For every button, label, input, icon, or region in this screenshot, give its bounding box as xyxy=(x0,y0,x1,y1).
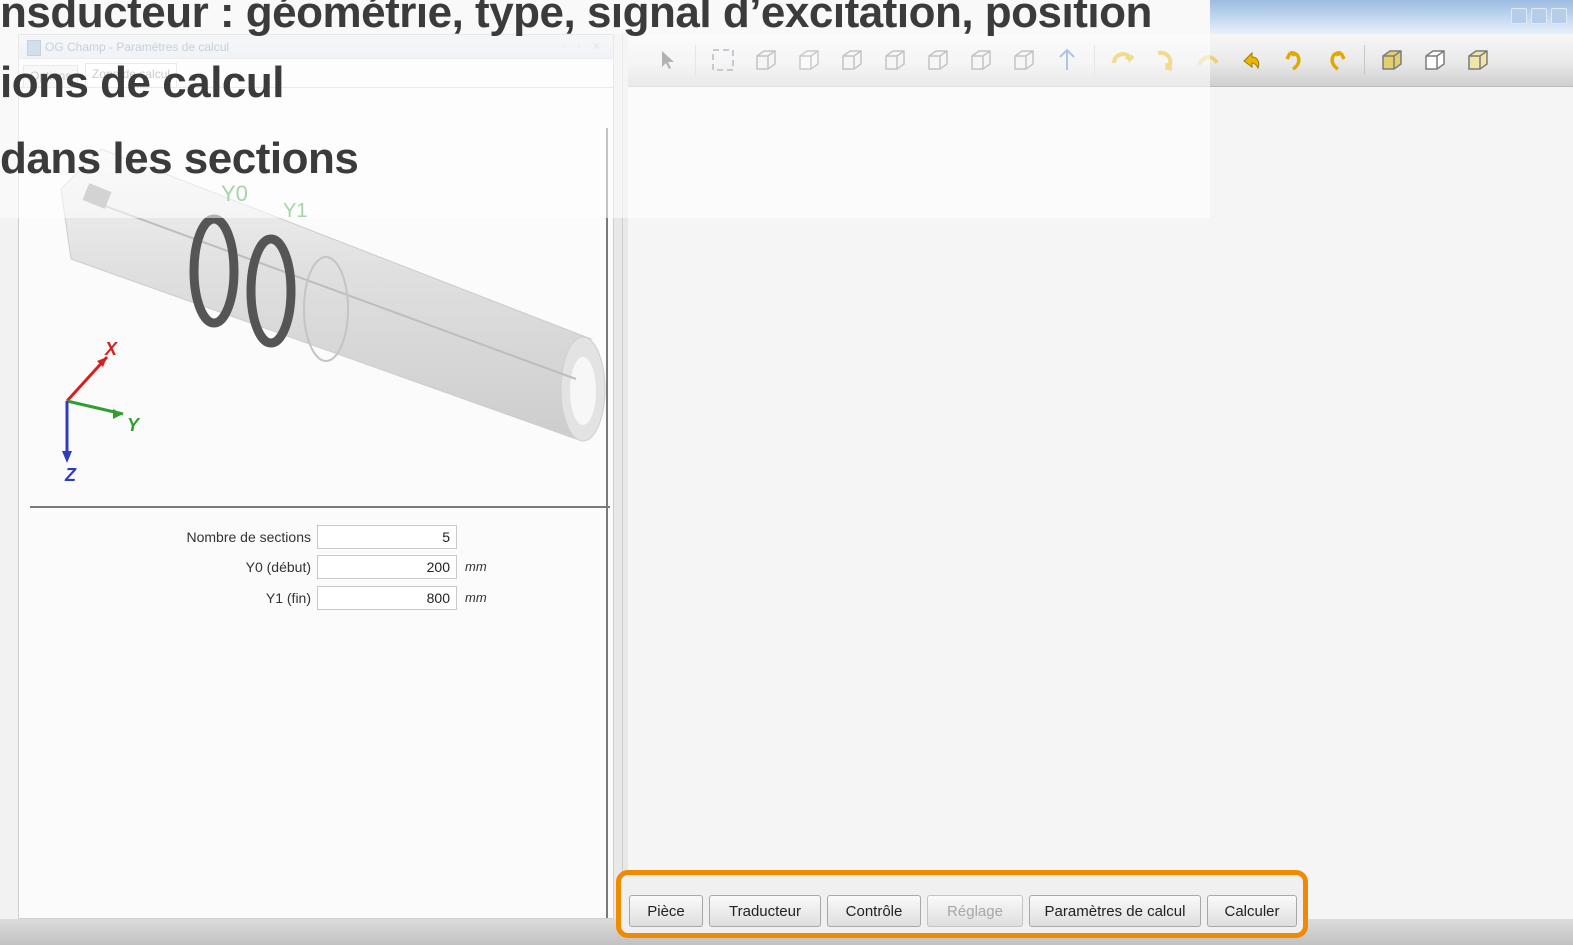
parameters-dock: OG Champ - Paramètres de calcul ▫ ◦ ✕ Op… xyxy=(18,34,614,919)
view-front-icon[interactable] xyxy=(750,44,782,76)
parametres-de-calcul-button[interactable]: Paramètres de calcul xyxy=(1029,895,1201,927)
redo-icon[interactable] xyxy=(1321,44,1353,76)
hidden-line-view-icon[interactable] xyxy=(1462,44,1494,76)
y1-unit: mm xyxy=(465,590,487,605)
dock-title-bar: OG Champ - Paramètres de calcul ▫ ◦ ✕ xyxy=(19,35,613,59)
rotate-x-icon[interactable] xyxy=(1106,44,1138,76)
wireframe-view-icon[interactable] xyxy=(1419,44,1451,76)
tab-options[interactable]: Options xyxy=(23,65,79,87)
view-top-icon[interactable] xyxy=(922,44,954,76)
y1-label: Y1 xyxy=(283,200,307,222)
toolbar-icons xyxy=(652,44,1494,76)
y1-row: Y1 (fin) 800 mm xyxy=(19,586,615,610)
window-controls xyxy=(1511,8,1567,24)
undo-icon[interactable] xyxy=(1278,44,1310,76)
dock-title: OG Champ - Paramètres de calcul xyxy=(45,40,230,54)
controle-button[interactable]: Contrôle xyxy=(827,895,921,927)
workflow-button-bar: Pièce Traducteur Contrôle Réglage Paramè… xyxy=(616,870,1308,938)
axes-triad: X Y Z xyxy=(62,339,141,485)
reglage-button[interactable]: Réglage xyxy=(927,895,1023,927)
y1-field[interactable]: 800 xyxy=(317,586,457,610)
calculer-button[interactable]: Calculer xyxy=(1207,895,1297,927)
view-iso-icon[interactable] xyxy=(1008,44,1040,76)
window-top-strip xyxy=(1210,0,1573,34)
fit-all-icon[interactable] xyxy=(707,44,739,76)
sections-label: Nombre de sections xyxy=(186,529,311,545)
y0-unit: mm xyxy=(465,559,487,574)
3d-view[interactable]: Y0 Y1 X Y Z xyxy=(31,129,611,507)
y1-label-text: Y1 (fin) xyxy=(265,590,311,606)
panel-splitter[interactable] xyxy=(614,34,628,919)
slide-heading-line-1: nsducteur : géométrie, type, signal d’ex… xyxy=(0,0,1152,37)
rotate-left-icon[interactable] xyxy=(1235,44,1267,76)
sections-row: Nombre de sections 5 xyxy=(19,525,615,549)
select-pointer-icon[interactable] xyxy=(652,44,684,76)
view-bottom-icon[interactable] xyxy=(965,44,997,76)
view-right-icon[interactable] xyxy=(879,44,911,76)
rotate-y-icon[interactable] xyxy=(1149,44,1181,76)
piece-button[interactable]: Pièce xyxy=(629,895,703,927)
axis-y-label: Y xyxy=(127,415,141,435)
view-left-icon[interactable] xyxy=(836,44,868,76)
y0-field[interactable]: 200 xyxy=(317,555,457,579)
y0-label-text: Y0 (début) xyxy=(245,559,311,575)
dock-inner-border xyxy=(606,128,608,918)
dock-tabs: Options Zone de calcul xyxy=(19,61,613,88)
rotate-z-icon[interactable] xyxy=(1192,44,1224,76)
close-icon[interactable] xyxy=(1551,8,1567,24)
toolbar-separator xyxy=(1364,45,1365,75)
main-3d-view[interactable] xyxy=(628,86,1573,919)
y0-row: Y0 (début) 200 mm xyxy=(19,555,615,579)
dock-controls[interactable]: ▫ ◦ ✕ xyxy=(562,35,605,59)
tab-zone-de-calcul[interactable]: Zone de calcul xyxy=(85,63,178,87)
minimize-icon[interactable] xyxy=(1511,8,1527,24)
pipe-part xyxy=(60,148,606,442)
axis-z-label: Z xyxy=(64,465,77,485)
view-back-icon[interactable] xyxy=(793,44,825,76)
axis-x-label: X xyxy=(104,339,118,359)
toolbar-separator xyxy=(1094,45,1095,75)
sections-field[interactable]: 5 xyxy=(317,525,457,549)
y0-label: Y0 xyxy=(221,181,248,206)
toolbar-separator xyxy=(695,45,696,75)
up-arrow-icon[interactable] xyxy=(1051,44,1083,76)
shaded-view-icon[interactable] xyxy=(1376,44,1408,76)
restore-icon[interactable] xyxy=(1531,8,1547,24)
traducteur-button[interactable]: Traducteur xyxy=(709,895,821,927)
view-toolbar xyxy=(628,34,1573,87)
splitter-line xyxy=(622,34,623,919)
app-icon xyxy=(27,40,41,56)
view-form-divider xyxy=(30,506,610,508)
